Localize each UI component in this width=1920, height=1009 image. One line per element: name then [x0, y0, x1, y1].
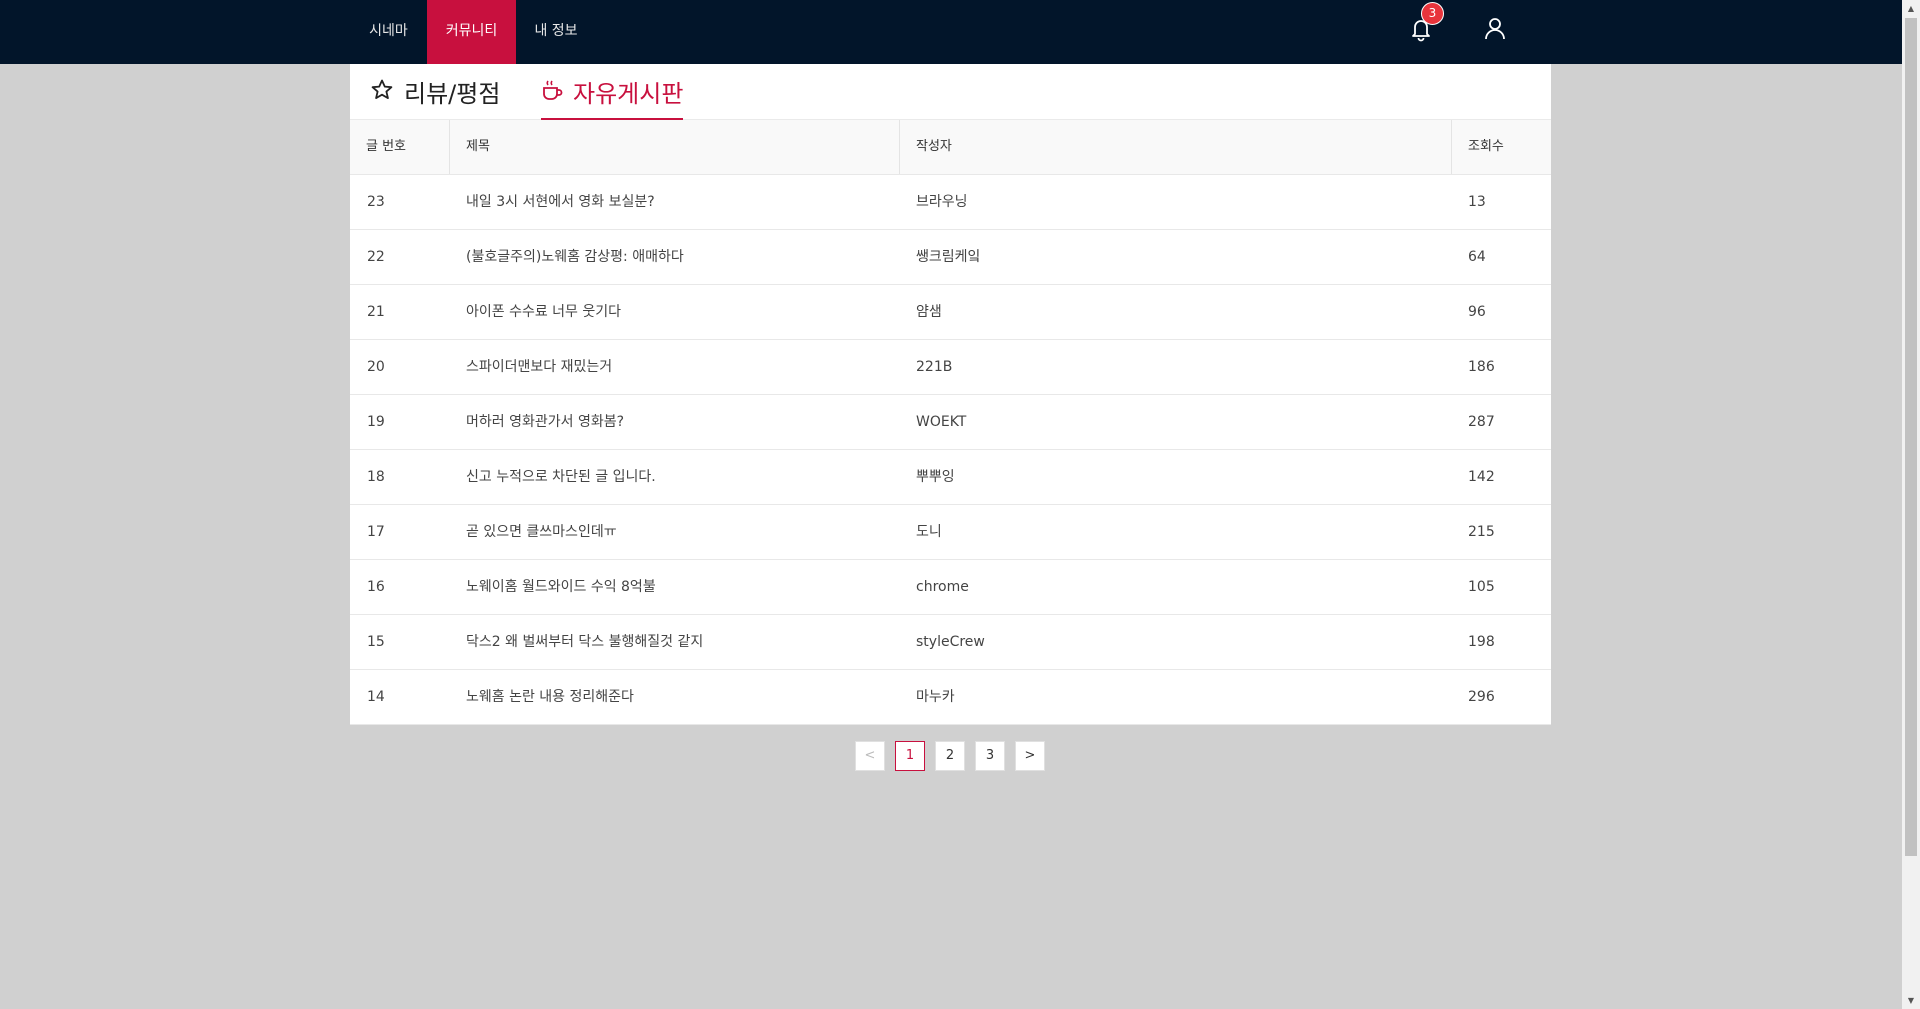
table-row[interactable]: 18 신고 누적으로 차단된 글 입니다. 뿌뿌잉 142 [350, 450, 1551, 505]
tab-reviews-label: 리뷰/평점 [404, 80, 501, 108]
tab-reviews[interactable]: 리뷰/평점 [370, 74, 500, 118]
header-post-number[interactable]: 글 번호 [366, 120, 406, 174]
coffee-cup-icon [543, 80, 563, 100]
post-number-cell: 16 [367, 579, 385, 595]
post-author-cell: chrome [916, 579, 969, 595]
tab-free-board[interactable]: 자유게시판 [541, 74, 684, 121]
star-icon [371, 79, 393, 99]
post-views-cell: 215 [1468, 524, 1495, 540]
pagination-page-2[interactable]: 2 [935, 741, 965, 771]
post-number-cell: 22 [367, 249, 385, 265]
scroll-up-arrow-icon[interactable]: ▲ [1902, 0, 1920, 17]
post-author-cell: WOEKT [916, 414, 967, 430]
header-views[interactable]: 조회수 [1451, 120, 1504, 174]
user-icon[interactable] [1480, 14, 1510, 44]
post-author-cell: 얌샘 [916, 304, 942, 320]
post-title-link[interactable]: 머하러 영화관가서 영화봄? [466, 395, 624, 449]
post-title-link[interactable]: 내일 3시 서현에서 영화 보실분? [466, 175, 655, 229]
pagination-page-3[interactable]: 3 [975, 741, 1005, 771]
post-number-cell: 15 [367, 634, 385, 650]
nav-item-my-info[interactable]: 내 정보 [520, 0, 592, 64]
post-number-cell: 18 [367, 469, 385, 485]
table-row[interactable]: 20 스파이더맨보다 재밌는거 221B 186 [350, 340, 1551, 395]
post-title-link[interactable]: (불호글주의)노웨홈 감상평: 애매하다 [466, 230, 684, 284]
post-author-cell: 쌩크림케잌 [916, 249, 981, 265]
post-author-cell: styleCrew [916, 634, 985, 650]
post-views-cell: 186 [1468, 359, 1495, 375]
table-row[interactable]: 14 노웨홈 논란 내용 정리해준다 마누카 296 [350, 670, 1551, 725]
post-views-cell: 142 [1468, 469, 1495, 485]
post-title-link[interactable]: 노웨홈 논란 내용 정리해준다 [466, 670, 634, 724]
post-views-cell: 105 [1468, 579, 1495, 595]
table-row[interactable]: 19 머하러 영화관가서 영화봄? WOEKT 287 [350, 395, 1551, 450]
post-number-cell: 17 [367, 524, 385, 540]
post-author-cell: 마누카 [916, 689, 955, 705]
post-number-cell: 21 [367, 304, 385, 320]
post-title-link[interactable]: 신고 누적으로 차단된 글 입니다. [466, 450, 656, 504]
pagination-page-1[interactable]: 1 [895, 741, 925, 771]
post-title-link[interactable]: 곧 있으면 클쓰마스인데ㅠ [466, 505, 617, 559]
top-nav-bar: 시네마 커뮤니티 내 정보 3 [0, 0, 1902, 64]
board-panel: 리뷰/평점 자유게시판 글 번호 제목 작성자 조회수 23 내일 3시 서현에서… [350, 64, 1551, 725]
table-row[interactable]: 22 (불호글주의)노웨홈 감상평: 애매하다 쌩크림케잌 64 [350, 230, 1551, 285]
scroll-thumb[interactable] [1905, 18, 1917, 856]
post-views-cell: 287 [1468, 414, 1495, 430]
table-row[interactable]: 23 내일 3시 서현에서 영화 보실분? 브라우닝 13 [350, 175, 1551, 230]
post-views-cell: 198 [1468, 634, 1495, 650]
vertical-scrollbar[interactable]: ▲ ▼ [1902, 0, 1920, 1009]
post-title-link[interactable]: 닥스2 왜 벌써부터 닥스 불행해질것 같지 [466, 615, 703, 669]
post-author-cell: 브라우닝 [916, 194, 968, 210]
post-author-cell: 뿌뿌잉 [916, 469, 955, 485]
table-row[interactable]: 21 아이폰 수수료 너무 웃기다 얌샘 96 [350, 285, 1551, 340]
post-number-cell: 19 [367, 414, 385, 430]
post-views-cell: 13 [1468, 194, 1486, 210]
post-title-link[interactable]: 아이폰 수수료 너무 웃기다 [466, 285, 621, 339]
post-title-link[interactable]: 스파이더맨보다 재밌는거 [466, 340, 612, 394]
post-views-cell: 296 [1468, 689, 1495, 705]
nav-item-community[interactable]: 커뮤니티 [427, 0, 516, 64]
pagination-next-button[interactable]: > [1015, 741, 1045, 771]
post-number-cell: 14 [367, 689, 385, 705]
post-title-link[interactable]: 노웨이홈 월드와이드 수익 8억불 [466, 560, 656, 614]
board-tabs: 리뷰/평점 자유게시판 [350, 64, 1551, 121]
post-author-cell: 221B [916, 359, 953, 375]
post-views-cell: 64 [1468, 249, 1486, 265]
table-row[interactable]: 15 닥스2 왜 벌써부터 닥스 불행해질것 같지 styleCrew 198 [350, 615, 1551, 670]
post-views-cell: 96 [1468, 304, 1486, 320]
notification-badge: 3 [1421, 2, 1444, 25]
scroll-down-arrow-icon[interactable]: ▼ [1902, 992, 1920, 1009]
pagination-prev-button[interactable]: < [855, 741, 885, 771]
header-title[interactable]: 제목 [449, 120, 490, 174]
table-header: 글 번호 제목 작성자 조회수 [350, 120, 1551, 175]
nav-item-cinema[interactable]: 시네마 [355, 0, 422, 64]
table-row[interactable]: 17 곧 있으면 클쓰마스인데ㅠ 도니 215 [350, 505, 1551, 560]
post-author-cell: 도니 [916, 524, 942, 540]
table-row[interactable]: 16 노웨이홈 월드와이드 수익 8억불 chrome 105 [350, 560, 1551, 615]
post-number-cell: 20 [367, 359, 385, 375]
header-author[interactable]: 작성자 [899, 120, 952, 174]
tab-free-board-label: 자유게시판 [573, 80, 684, 108]
post-number-cell: 23 [367, 194, 385, 210]
